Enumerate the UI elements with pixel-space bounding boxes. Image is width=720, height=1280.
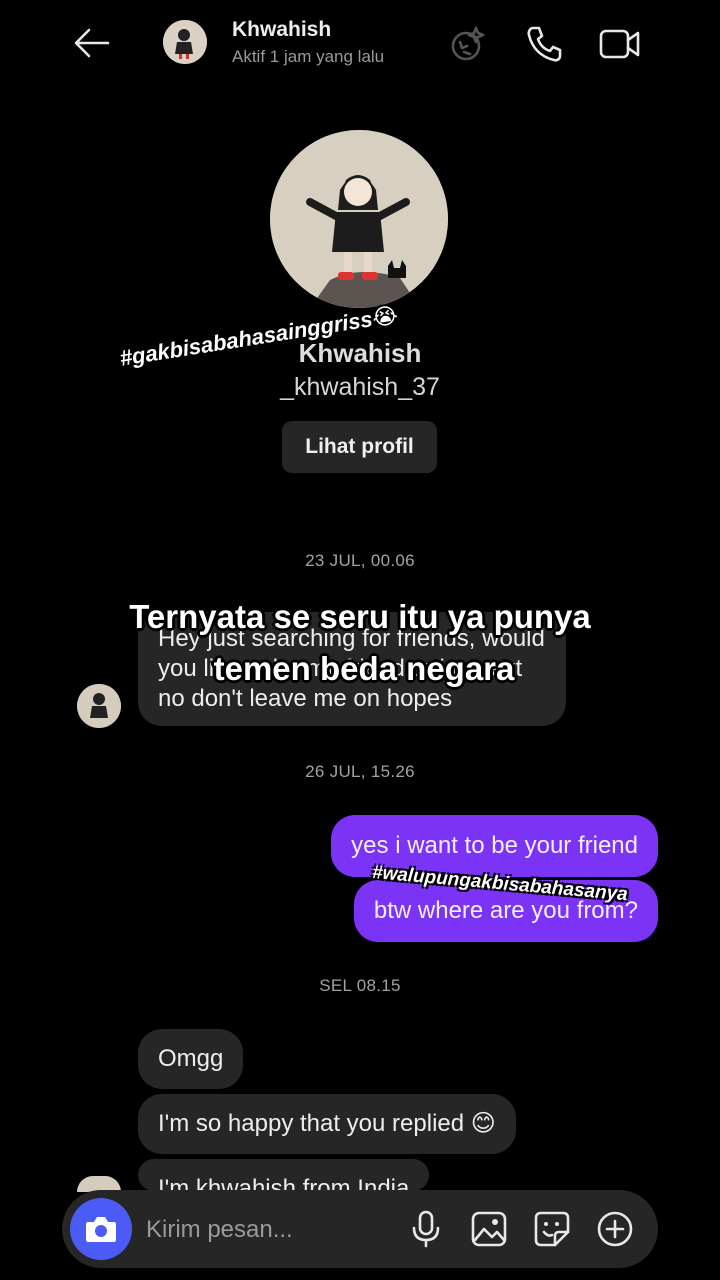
sticker-button[interactable]: [533, 1210, 571, 1253]
back-arrow-icon: [74, 28, 110, 58]
plus-icon: [597, 1211, 633, 1247]
active-status: Aktif 1 jam yang lalu: [232, 47, 385, 66]
avatar-illustration: [77, 684, 121, 728]
back-button[interactable]: [72, 26, 112, 60]
image-icon: [471, 1211, 507, 1247]
header-avatar[interactable]: [163, 20, 207, 64]
gallery-button[interactable]: [470, 1210, 508, 1253]
voice-message-button[interactable]: [408, 1209, 444, 1254]
video-call-button[interactable]: [598, 26, 642, 67]
profile-display-name: Khwahish: [298, 338, 422, 368]
microphone-icon: [412, 1210, 440, 1248]
message-input[interactable]: [144, 1210, 398, 1250]
camera-button[interactable]: [70, 1198, 132, 1260]
timestamp: 23 JUL, 00.06: [305, 551, 415, 570]
voice-call-button[interactable]: [524, 24, 564, 69]
incoming-message-bubble[interactable]: I'm so happy that you replied 😊: [138, 1094, 516, 1154]
chat-contact-name[interactable]: Khwahish: [232, 18, 331, 42]
sender-avatar[interactable]: [77, 684, 121, 728]
ai-sparkle-icon: [451, 26, 485, 61]
profile-picture[interactable]: [270, 130, 448, 308]
view-profile-button[interactable]: Lihat profil: [282, 421, 437, 473]
timestamp: 26 JUL, 15.26: [305, 762, 415, 781]
caption-overlay-line2: temen beda negara: [213, 650, 515, 687]
ai-sparkle-button[interactable]: [448, 24, 488, 69]
phone-icon: [527, 26, 562, 62]
caption-overlay-line1: Ternyata se seru itu ya punya: [129, 598, 591, 635]
incoming-message-bubble[interactable]: Omgg: [138, 1029, 244, 1089]
avatar-illustration: [163, 20, 207, 64]
sticker-icon: [534, 1211, 570, 1247]
camera-icon: [86, 1217, 116, 1242]
more-options-button[interactable]: [596, 1210, 634, 1253]
timestamp: SEL 08.15: [319, 976, 401, 995]
girl-with-cat-illustration: [270, 130, 448, 308]
video-camera-icon: [599, 29, 640, 59]
profile-username: _khwahish_37: [280, 373, 440, 401]
incoming-message-bubble[interactable]: I'm khwahish from India: [138, 1159, 430, 1191]
